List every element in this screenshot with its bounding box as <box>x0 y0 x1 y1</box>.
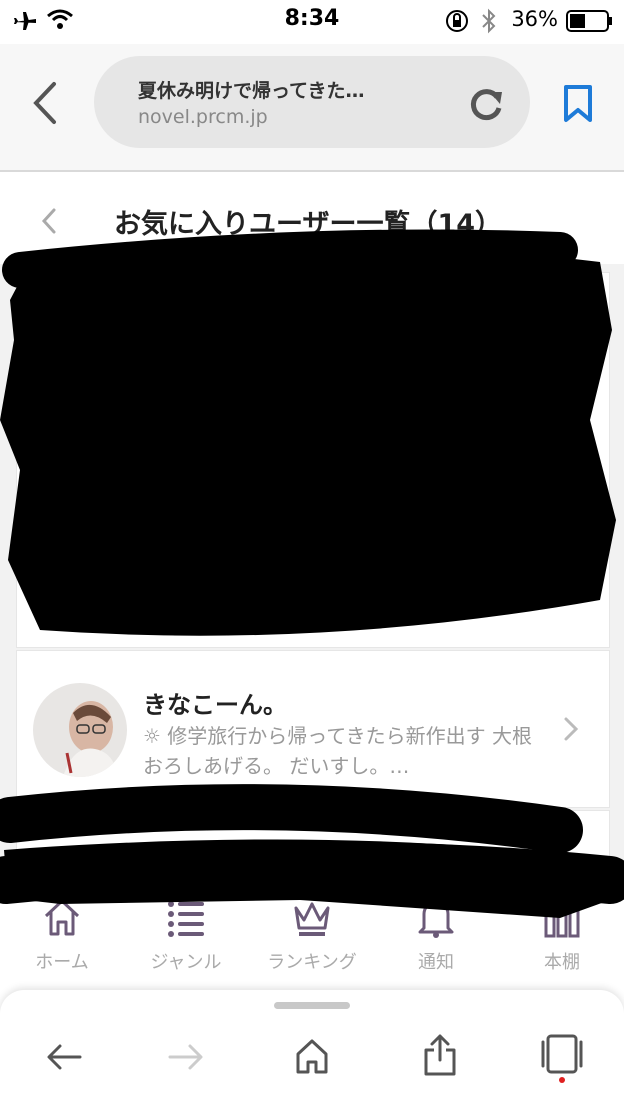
share-icon[interactable] <box>422 1032 458 1078</box>
back-arrow-icon[interactable] <box>44 1040 84 1074</box>
browser-toolbar <box>0 990 624 1106</box>
tabs-icon[interactable] <box>540 1034 584 1084</box>
sheet-grabber[interactable] <box>274 1002 350 1009</box>
forward-arrow-icon[interactable] <box>166 1040 206 1074</box>
redaction-scribble <box>0 229 624 918</box>
home-browser-icon[interactable] <box>294 1036 330 1076</box>
